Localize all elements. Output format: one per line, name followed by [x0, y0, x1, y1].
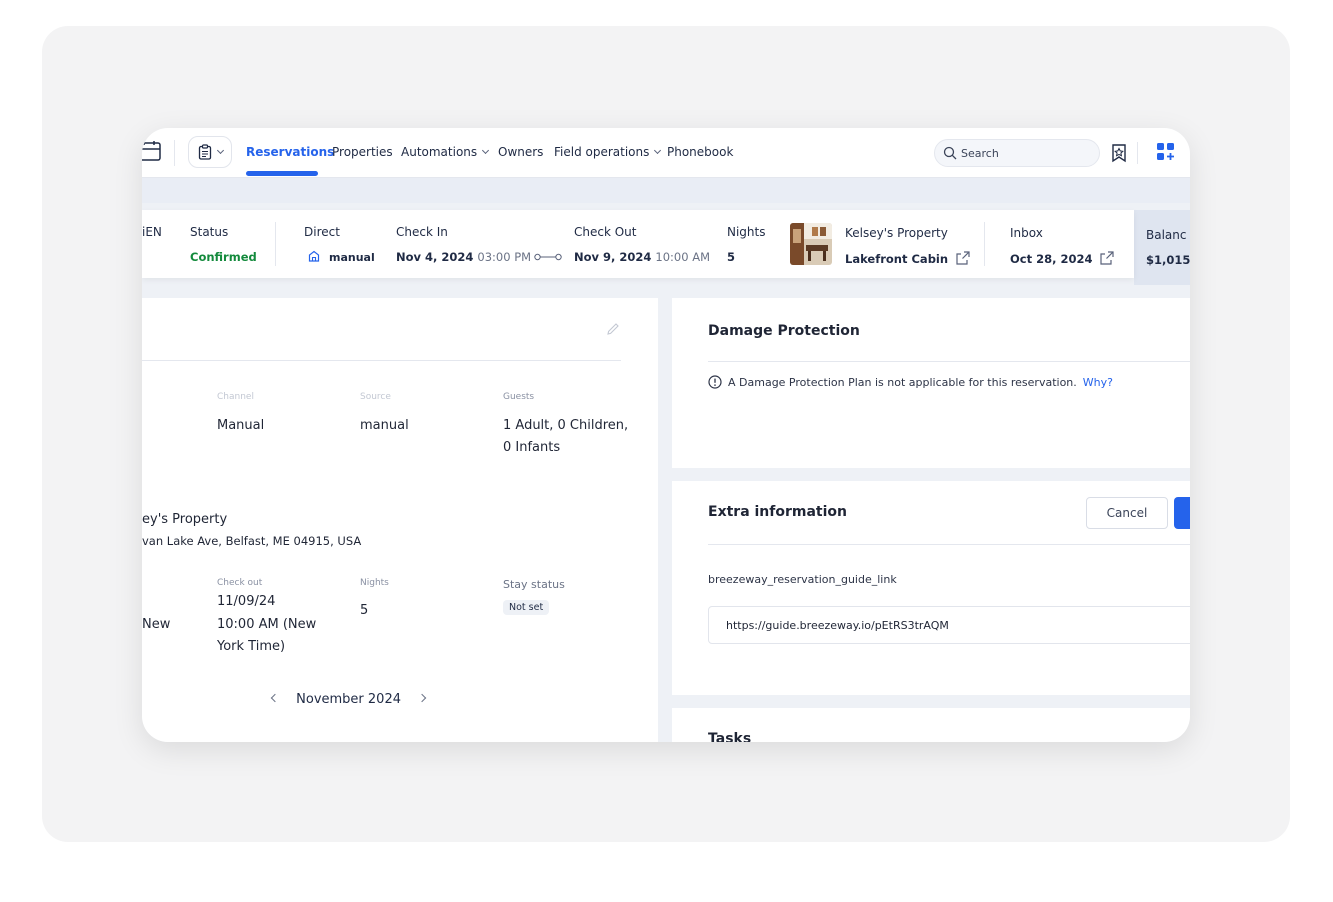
- status-label: Status: [190, 225, 229, 239]
- guide-link-input[interactable]: https://guide.breezeway.io/pEtRS3trAQM: [708, 606, 1190, 644]
- nav-item-phonebook[interactable]: Phonebook: [667, 145, 733, 159]
- reservation-details-card: Channel Manual Source manual Guests 1 Ad…: [142, 298, 658, 742]
- app-window: Reservations Properties Automations Owne…: [142, 128, 1190, 742]
- stay-status-badge[interactable]: Not set: [503, 600, 550, 615]
- damage-protection-card: Damage Protection A Damage Protection Pl…: [672, 298, 1190, 468]
- checkout-date: 11/09/24: [217, 594, 276, 609]
- checkin-time: 03:00 PM: [477, 250, 532, 264]
- property-name: ey's Property: [142, 512, 228, 527]
- nav-item-owners[interactable]: Owners: [498, 145, 543, 159]
- clipboard-icon: [198, 144, 211, 160]
- property-link[interactable]: Lakefront Cabin: [845, 251, 970, 266]
- divider: [984, 222, 985, 266]
- calendar-month-label: November 2024: [296, 692, 401, 707]
- nav-item-field-operations[interactable]: Field operations: [554, 145, 662, 159]
- guide-link-label: breezeway_reservation_guide_link: [708, 573, 897, 586]
- divider: [275, 222, 276, 266]
- search-input[interactable]: Search: [934, 139, 1100, 167]
- checkout-label: Check Out: [574, 225, 637, 239]
- checkin-date: Nov 4, 2024: [396, 250, 474, 264]
- clipboard-menu-button[interactable]: [188, 136, 232, 168]
- pencil-edit-icon[interactable]: [606, 322, 620, 336]
- inbox-value: Oct 28, 2024: [1010, 252, 1093, 266]
- calendar-icon[interactable]: [142, 140, 162, 162]
- subheader-strip: [142, 178, 1190, 203]
- nav-item-automations-label: Automations: [401, 145, 478, 159]
- guests-label: Guests: [503, 392, 535, 402]
- checkout-time-line2: York Time): [217, 639, 286, 654]
- save-button[interactable]: [1174, 497, 1190, 529]
- calendar-month-nav: November 2024: [270, 692, 432, 707]
- chevron-right-icon[interactable]: [417, 693, 427, 703]
- property-thumbnail[interactable]: [790, 223, 832, 265]
- inbox-link[interactable]: Oct 28, 2024: [1010, 251, 1115, 266]
- checkin-value: Nov 4, 2024 03:00 PM: [396, 250, 531, 264]
- nights-label: Nights: [360, 578, 389, 588]
- channel-value: Manual: [217, 418, 265, 433]
- top-navigation: Reservations Properties Automations Owne…: [142, 128, 1190, 178]
- nav-item-automations[interactable]: Automations: [401, 145, 490, 159]
- date-range-connector-icon: [534, 253, 562, 261]
- extra-information-title: Extra information: [708, 504, 848, 520]
- home-icon: [308, 250, 320, 262]
- chevron-down-icon: [216, 146, 224, 154]
- checkout-label: Check out: [217, 578, 263, 588]
- divider: [142, 360, 621, 361]
- balance-value: $1,015: [1146, 253, 1190, 267]
- nights-label: Nights: [727, 225, 766, 239]
- nights-value: 5: [360, 603, 369, 618]
- tasks-card: Tasks: [672, 708, 1190, 742]
- stay-status-label: Stay status: [503, 578, 565, 591]
- checkout-time: 10:00 AM: [655, 250, 711, 264]
- status-badge: Confirmed: [190, 250, 257, 264]
- guests-value-line1: 1 Adult, 0 Children,: [503, 418, 629, 433]
- property-label: Kelsey's Property: [845, 226, 948, 240]
- channel-label: Channel: [217, 392, 254, 402]
- nav-item-properties[interactable]: Properties: [332, 145, 393, 159]
- nav-divider: [174, 140, 175, 166]
- search-icon: [943, 146, 957, 160]
- nav-active-indicator: [246, 171, 318, 176]
- inbox-label: Inbox: [1010, 226, 1043, 240]
- source-label: Source: [360, 392, 391, 402]
- damage-protection-title: Damage Protection: [708, 323, 860, 339]
- checkin-label: Check In: [396, 225, 448, 239]
- checkout-date: Nov 9, 2024: [574, 250, 652, 264]
- external-link-icon: [956, 251, 970, 265]
- checkout-value: Nov 9, 2024 10:00 AM: [574, 250, 710, 264]
- balance-panel: Balanc $1,015: [1134, 210, 1190, 285]
- source-value: manual: [360, 418, 409, 433]
- apps-grid-icon[interactable]: [1157, 143, 1175, 161]
- chevron-down-icon: [654, 146, 662, 155]
- info-circle-icon: [708, 375, 722, 389]
- reservation-summary-bar: iEN Status Confirmed Direct manual Check…: [142, 210, 1134, 278]
- nav-divider: [1137, 142, 1138, 164]
- extra-information-card: Extra information Cancel breezeway_reser…: [672, 481, 1190, 695]
- external-link-icon: [1100, 251, 1115, 265]
- tasks-title: Tasks: [708, 731, 752, 742]
- balance-label: Balanc: [1146, 228, 1187, 242]
- direct-value: manual: [329, 251, 375, 264]
- cancel-button[interactable]: Cancel: [1086, 497, 1168, 529]
- divider: [708, 361, 1190, 362]
- direct-label: Direct: [304, 225, 340, 239]
- property-address: van Lake Ave, Belfast, ME 04915, USA: [142, 534, 362, 548]
- partial-label: iEN: [142, 225, 162, 239]
- damage-protection-message: A Damage Protection Plan is not applicab…: [708, 375, 1113, 389]
- nights-value: 5: [727, 250, 736, 264]
- property-value: Lakefront Cabin: [845, 252, 949, 266]
- why-link[interactable]: Why?: [1083, 376, 1113, 389]
- nav-item-field-operations-label: Field operations: [554, 145, 650, 159]
- checkout-time-line1: 10:00 AM (New: [217, 617, 317, 632]
- divider: [708, 544, 1190, 545]
- damage-protection-text: A Damage Protection Plan is not applicab…: [728, 376, 1077, 389]
- guests-value-line2: 0 Infants: [503, 440, 561, 455]
- chevron-down-icon: [482, 146, 490, 155]
- checkin-time-partial: New: [142, 617, 171, 632]
- bookmark-star-icon[interactable]: [1111, 143, 1127, 163]
- search-placeholder: Search: [961, 147, 999, 160]
- nav-item-reservations[interactable]: Reservations: [246, 145, 334, 159]
- chevron-left-icon[interactable]: [270, 693, 280, 703]
